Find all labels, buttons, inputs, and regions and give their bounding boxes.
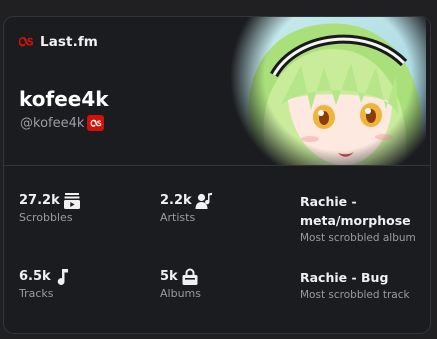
top-album-line2: meta/morphose [300, 213, 411, 228]
albums-value: 5k [160, 269, 178, 284]
tracks-label: Tracks [19, 287, 54, 300]
handle-row: @kofee4k [20, 115, 105, 131]
scrobbles-label: Scrobbles [19, 211, 73, 224]
top-album-line1: Rachie - [300, 194, 357, 209]
avatar[interactable] [226, 17, 426, 165]
tracks-value: 6.5k [19, 269, 51, 284]
brand-name: Last.fm [40, 34, 98, 50]
album-bag-icon [182, 268, 198, 285]
stat-albums: 5k Albums [160, 268, 201, 301]
artist-music-icon [195, 192, 212, 209]
scrobbles-value: 27.2k [19, 193, 60, 208]
username[interactable]: kofee4k [19, 87, 109, 111]
top-album-label: Most scrobbled album [300, 232, 416, 244]
brand[interactable]: Last.fm [18, 34, 98, 50]
stat-top-track[interactable]: Rachie - Bug Most scrobbled track [300, 268, 410, 302]
playlist-play-icon [63, 193, 80, 209]
albums-label: Albums [160, 287, 201, 300]
lastfm-badge-icon [87, 115, 105, 131]
stat-artists: 2.2k Artists [160, 192, 213, 225]
artists-label: Artists [160, 211, 196, 224]
stat-scrobbles: 27.2k Scrobbles [19, 192, 81, 225]
top-track-value: Rachie - Bug [300, 270, 389, 285]
stat-tracks: 6.5k Tracks [19, 268, 70, 301]
top-track-label: Most scrobbled track [300, 289, 410, 301]
stat-top-album[interactable]: Rachie - meta/morphose Most scrobbled al… [300, 192, 416, 245]
profile-header: Last.fm kofee4k @kofee4k [4, 17, 430, 166]
user-handle[interactable]: @kofee4k [20, 116, 84, 131]
music-note-icon [57, 269, 68, 285]
lastfm-logo-icon [18, 37, 34, 47]
profile-card: Last.fm kofee4k @kofee4k 27.2k Scrobbles [3, 16, 431, 334]
artists-value: 2.2k [160, 193, 192, 208]
